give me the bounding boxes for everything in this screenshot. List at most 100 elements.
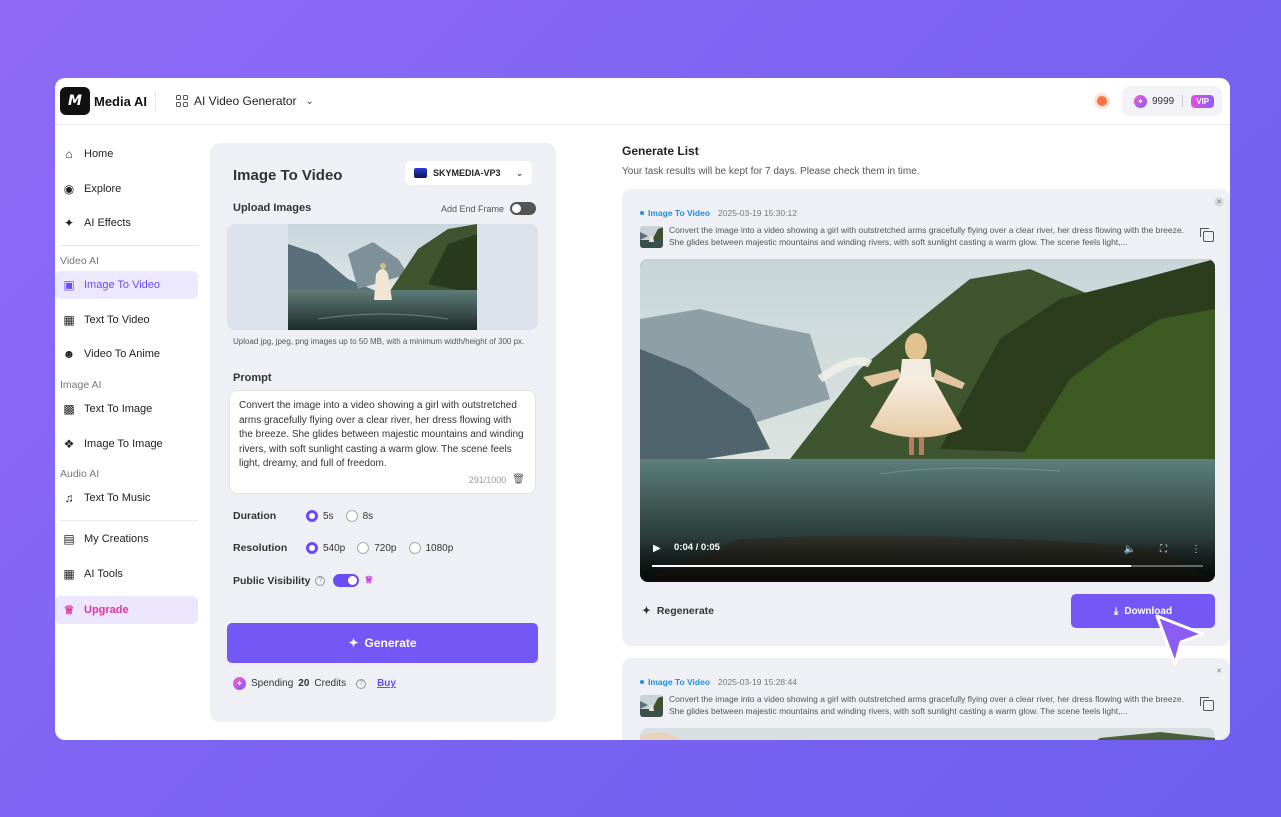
add-end-frame-toggle[interactable]: Add End Frame (441, 202, 537, 215)
volume-icon[interactable]: 🔈 (1124, 544, 1136, 555)
video-player[interactable] (640, 728, 1215, 740)
download-icon: ⤓ (1113, 605, 1119, 617)
sidebar-item-label: AI Effects (84, 217, 131, 229)
sidebar-item-label: Explore (84, 183, 122, 195)
sidebar-item-my-creations[interactable]: ▤ My Creations (55, 525, 198, 553)
task-prompt: Convert the image into a video showing a… (669, 225, 1184, 247)
play-icon[interactable]: ▶ (653, 543, 661, 554)
spending-amount: 20 (298, 678, 310, 689)
tool-selector[interactable]: AI Video Generator ⌄ (176, 94, 314, 108)
model-name: SKYMEDIA-VP3 (433, 168, 501, 178)
uploaded-image (288, 224, 477, 330)
sidebar-item-video-to-anime[interactable]: ☻ Video To Anime (55, 340, 198, 368)
chevron-down-icon: ⌄ (516, 168, 523, 178)
radio-selected-icon (306, 542, 318, 554)
sidebar-item-image-to-image[interactable]: ❖ Image To Image (55, 430, 198, 458)
video-progress-bar[interactable] (652, 565, 1203, 567)
generate-label: Generate (364, 636, 417, 650)
fullscreen-icon[interactable]: ⛶ (1160, 544, 1167, 555)
task-card: ✕ Image To Video 2025-03-19 15:28:44 Con… (622, 658, 1230, 740)
video-frame (640, 728, 1215, 740)
video-controls: ▶ 0:04 / 0:05 🔈 ⛶ ⋮ (640, 538, 1215, 582)
sidebar-item-ai-effects[interactable]: ✦ AI Effects (55, 209, 198, 237)
video-progress-fill (652, 565, 1132, 567)
vip-badge[interactable]: VIP (1191, 94, 1215, 108)
anime-icon: ☻ (62, 347, 76, 361)
resolution-option-720p[interactable]: 720p (357, 542, 397, 554)
section-label-audio-ai: Audio AI (60, 468, 100, 480)
sidebar-item-image-to-video[interactable]: ▣ Image To Video (55, 271, 198, 299)
section-label-image-ai: Image AI (60, 379, 102, 391)
task-prompt: Convert the image into a video showing a… (669, 694, 1184, 716)
prompt-counter: 291/1000 🗑 (469, 473, 525, 488)
duration-row: Duration 5s 8s (233, 510, 385, 522)
option-label: 1080p (425, 542, 454, 554)
generation-form: Image To Video SKYMEDIA-VP3 ⌄ Upload Ima… (210, 143, 556, 722)
upload-label: Upload Images (233, 202, 312, 214)
spending-suffix: Credits (314, 678, 347, 689)
char-count: 291/1000 (468, 474, 507, 485)
spending-info: ✦ Spending 20 Credits ? Buy (233, 677, 396, 690)
generate-list-title: Generate List (622, 144, 699, 158)
divider (60, 520, 198, 521)
divider (60, 245, 198, 246)
close-icon[interactable]: ✕ (1214, 197, 1224, 207)
toggle-switch[interactable] (510, 202, 537, 215)
sidebar-item-text-to-video[interactable]: ▦ Text To Video (55, 306, 198, 334)
duration-option-8s[interactable]: 8s (345, 510, 374, 522)
copy-icon[interactable] (1200, 697, 1214, 711)
prompt-label: Prompt (233, 372, 272, 384)
sidebar-item-text-to-music[interactable]: ♫ Text To Music (55, 484, 198, 512)
credit-coin-icon: ✦ (233, 677, 246, 690)
sparkle-icon: ✦ (63, 216, 75, 230)
prompt-textarea[interactable]: Convert the image into a video showing a… (229, 390, 536, 494)
text-image-icon: ▩ (63, 402, 75, 416)
section-label-video-ai: Video AI (60, 255, 99, 267)
task-type-tag: Image To Video 2025-03-19 15:28:44 (640, 677, 797, 687)
duration-option-5s[interactable]: 5s (306, 510, 334, 522)
more-options-icon[interactable]: ⋮ (1191, 544, 1201, 555)
task-type: Image To Video (648, 677, 711, 687)
tools-icon: ▦ (63, 567, 75, 581)
option-label: 8s (362, 510, 374, 522)
generate-button[interactable]: ✦ Generate (227, 623, 538, 663)
visibility-toggle[interactable] (333, 574, 360, 587)
regenerate-button[interactable]: ✦ Regenerate (642, 605, 714, 617)
home-icon: ⌂ (65, 147, 73, 161)
sidebar-item-home[interactable]: ⌂ Home (55, 140, 198, 168)
copy-icon[interactable] (1200, 228, 1214, 242)
pointer-cursor-icon (1155, 614, 1205, 666)
sidebar-item-label: My Creations (84, 533, 149, 545)
model-selector[interactable]: SKYMEDIA-VP3 ⌄ (405, 161, 532, 185)
tool-selector-label: AI Video Generator (194, 94, 297, 108)
close-icon[interactable]: ✕ (1214, 666, 1224, 676)
image-upload-area[interactable] (227, 224, 538, 330)
help-icon[interactable]: ? (315, 575, 326, 586)
notification-dot-icon[interactable] (1097, 96, 1107, 106)
option-label: 540p (323, 542, 346, 554)
sidebar-item-explore[interactable]: ◉ Explore (55, 175, 198, 203)
resolution-label: Resolution (233, 542, 288, 554)
buy-link[interactable]: Buy (377, 678, 396, 689)
logo-icon[interactable]: M (60, 87, 90, 115)
radio-icon (357, 542, 370, 554)
sidebar-item-ai-tools[interactable]: ▦ AI Tools (55, 560, 198, 588)
resolution-option-540p[interactable]: 540p (306, 542, 345, 554)
video-player[interactable]: ▶ 0:04 / 0:05 🔈 ⛶ ⋮ (640, 259, 1215, 582)
resolution-option-1080p[interactable]: 1080p (408, 542, 454, 554)
trash-icon[interactable]: 🗑 (512, 473, 525, 488)
radio-icon (345, 510, 358, 522)
sidebar-item-text-to-image[interactable]: ▩ Text To Image (55, 395, 198, 423)
sparkle-icon: ✦ (348, 636, 359, 650)
task-date: 2025-03-19 15:28:44 (718, 677, 797, 687)
chevron-down-icon: ⌄ (305, 95, 314, 107)
sidebar-item-label: AI Tools (84, 568, 123, 580)
task-thumbnail (640, 226, 663, 248)
visibility-label: Public Visibility (233, 574, 311, 587)
top-bar: M Media AI AI Video Generator ⌄ ✦ 9999 V… (55, 78, 1230, 125)
help-icon[interactable]: ? (356, 678, 367, 689)
task-type: Image To Video (648, 208, 711, 218)
sidebar-item-upgrade[interactable]: ♕ Upgrade (55, 596, 198, 624)
radio-icon (408, 542, 421, 554)
credits-pill[interactable]: ✦ 9999 VIP (1122, 86, 1222, 116)
